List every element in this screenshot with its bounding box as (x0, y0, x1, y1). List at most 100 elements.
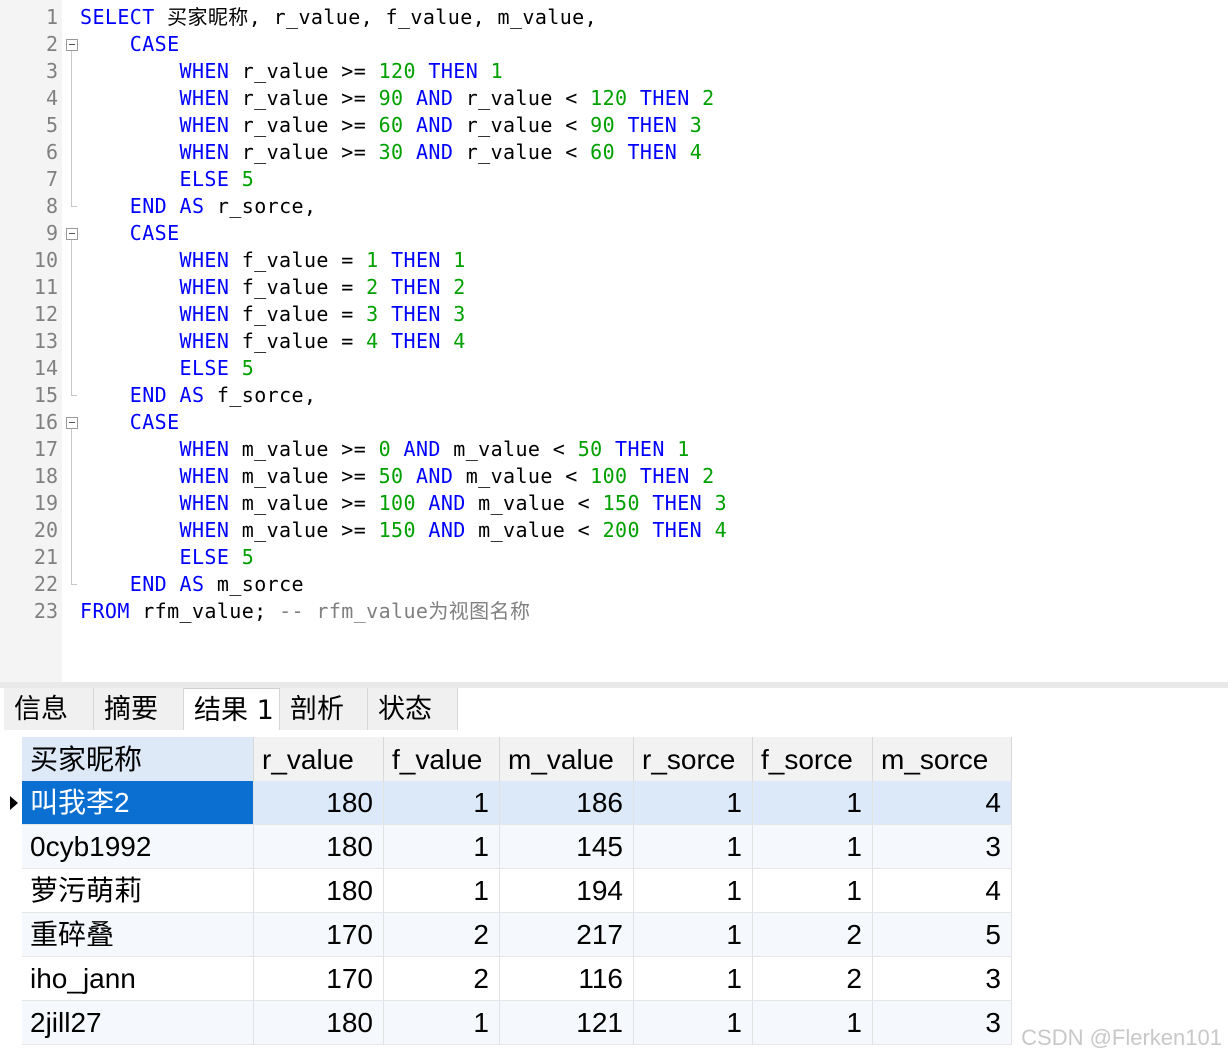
code-line[interactable]: ELSE 5 (80, 355, 254, 382)
table-cell[interactable]: 3 (873, 957, 1012, 1001)
table-cell[interactable]: 180 (254, 825, 384, 869)
table-row[interactable]: 萝污萌莉 180 1 194 1 1 4 (0, 869, 1012, 913)
table-cell[interactable]: 170 (254, 913, 384, 957)
table-row[interactable]: 2jill27 180 1 121 1 1 3 (0, 1001, 1012, 1045)
table-cell[interactable]: 170 (254, 957, 384, 1001)
tab-1[interactable]: 摘要 (94, 688, 184, 730)
table-cell[interactable]: 180 (254, 1001, 384, 1045)
table-cell[interactable]: 217 (500, 913, 634, 957)
code-line[interactable]: END AS r_sorce, (80, 193, 316, 220)
column-header[interactable]: f_value (384, 737, 500, 781)
fold-collapse-icon[interactable] (66, 228, 78, 240)
code-line[interactable]: END AS f_sorce, (80, 382, 316, 409)
table-cell[interactable]: 1 (753, 869, 873, 913)
code-line[interactable]: WHEN f_value = 3 THEN 3 (80, 301, 466, 328)
code-line[interactable]: WHEN m_value >= 100 AND m_value < 150 TH… (80, 490, 727, 517)
table-cell[interactable]: 1 (634, 781, 753, 825)
table-cell[interactable]: 2 (753, 913, 873, 957)
row-indicator[interactable] (0, 781, 22, 825)
sql-editor[interactable]: 1 2 3 4 5 6 7 8 9 10 11 12 13 14 15 16 17 18 19 20 21 22 23 SE… (0, 0, 1228, 682)
sql-text: r_value >= (229, 140, 379, 164)
row-indicator[interactable] (0, 957, 22, 1001)
table-cell[interactable]: 1 (384, 825, 500, 869)
column-header[interactable]: m_sorce (873, 737, 1012, 781)
table-cell[interactable]: 3 (873, 825, 1012, 869)
table-row[interactable]: 叫我李2 180 1 186 1 1 4 (0, 781, 1012, 825)
table-cell[interactable]: 2 (384, 957, 500, 1001)
table-cell[interactable]: 4 (873, 869, 1012, 913)
table-cell[interactable]: 3 (873, 1001, 1012, 1045)
code-line[interactable]: ELSE 5 (80, 166, 254, 193)
row-indicator[interactable] (0, 869, 22, 913)
code-line[interactable]: WHEN m_value >= 150 AND m_value < 200 TH… (80, 517, 727, 544)
table-cell[interactable]: 1 (384, 781, 500, 825)
code-line[interactable]: WHEN f_value = 1 THEN 1 (80, 247, 466, 274)
table-cell[interactable]: 1 (634, 1001, 753, 1045)
code-line[interactable]: WHEN r_value >= 60 AND r_value < 90 THEN… (80, 112, 702, 139)
table-row[interactable]: 重碎叠 170 2 217 1 2 5 (0, 913, 1012, 957)
table-cell[interactable]: 1 (753, 825, 873, 869)
table-cell[interactable]: 1 (753, 1001, 873, 1045)
table-cell[interactable]: 重碎叠 (22, 913, 254, 957)
row-indicator[interactable] (0, 913, 22, 957)
table-cell[interactable]: 1 (634, 869, 753, 913)
row-indicator[interactable] (0, 825, 22, 869)
code-line[interactable]: WHEN r_value >= 30 AND r_value < 60 THEN… (80, 139, 702, 166)
table-cell[interactable]: iho_jann (22, 957, 254, 1001)
tab-0[interactable]: 信息 (4, 688, 94, 730)
table-cell[interactable]: 116 (500, 957, 634, 1001)
table-cell[interactable]: 4 (873, 781, 1012, 825)
table-cell[interactable]: 121 (500, 1001, 634, 1045)
code-line[interactable]: END AS m_sorce (80, 571, 304, 598)
column-header[interactable]: r_value (254, 737, 384, 781)
table-cell[interactable]: 186 (500, 781, 634, 825)
tab-4[interactable]: 状态 (368, 688, 458, 730)
column-header[interactable]: m_value (500, 737, 634, 781)
code-line[interactable]: SELECT 买家昵称, r_value, f_value, m_value, (80, 4, 597, 31)
table-cell[interactable]: 2 (753, 957, 873, 1001)
tab-2[interactable]: 结果 1 (184, 688, 280, 730)
table-cell[interactable]: 叫我李2 (22, 781, 254, 825)
code-line[interactable]: WHEN m_value >= 50 AND m_value < 100 THE… (80, 463, 715, 490)
code-line[interactable]: WHEN f_value = 4 THEN 4 (80, 328, 466, 355)
table-cell[interactable]: 180 (254, 869, 384, 913)
code-line[interactable]: CASE (80, 31, 180, 58)
code-line[interactable]: WHEN r_value >= 120 THEN 1 (80, 58, 503, 85)
sql-text: f_value = (229, 329, 367, 353)
code-line[interactable]: FROM rfm_value; -- rfm_value为视图名称 (80, 598, 530, 625)
column-header[interactable]: r_sorce (634, 737, 753, 781)
table-cell[interactable]: 萝污萌莉 (22, 869, 254, 913)
table-cell[interactable]: 1 (634, 913, 753, 957)
tab-3[interactable]: 剖析 (280, 688, 368, 730)
code-line[interactable]: ELSE 5 (80, 544, 254, 571)
table-cell[interactable]: 1 (384, 1001, 500, 1045)
code-line[interactable]: CASE (80, 220, 180, 247)
table-cell[interactable]: 180 (254, 781, 384, 825)
column-header[interactable]: 买家昵称 (22, 737, 254, 781)
table-cell[interactable]: 2jill27 (22, 1001, 254, 1045)
table-cell[interactable]: 145 (500, 825, 634, 869)
table-cell[interactable]: 1 (384, 869, 500, 913)
table-row[interactable]: 0cyb1992 180 1 145 1 1 3 (0, 825, 1012, 869)
table-cell[interactable]: 2 (384, 913, 500, 957)
table-cell[interactable]: 0cyb1992 (22, 825, 254, 869)
code-line[interactable]: WHEN r_value >= 90 AND r_value < 120 THE… (80, 85, 715, 112)
row-indicator[interactable] (0, 1001, 22, 1045)
code-line[interactable]: CASE (80, 409, 180, 436)
line-number: 10 (33, 248, 58, 272)
code-line[interactable]: WHEN f_value = 2 THEN 2 (80, 274, 466, 301)
column-header[interactable]: f_sorce (753, 737, 873, 781)
table-row[interactable]: iho_jann 170 2 116 1 2 3 (0, 957, 1012, 1001)
table-cell[interactable]: 1 (753, 781, 873, 825)
table-cell[interactable]: 1 (634, 825, 753, 869)
table-cell[interactable]: 194 (500, 869, 634, 913)
table-cell[interactable]: 1 (634, 957, 753, 1001)
code-line[interactable]: WHEN m_value >= 0 AND m_value < 50 THEN … (80, 436, 690, 463)
fold-collapse-icon[interactable] (66, 417, 78, 429)
fold-collapse-icon[interactable] (66, 39, 78, 51)
table-cell[interactable]: 5 (873, 913, 1012, 957)
